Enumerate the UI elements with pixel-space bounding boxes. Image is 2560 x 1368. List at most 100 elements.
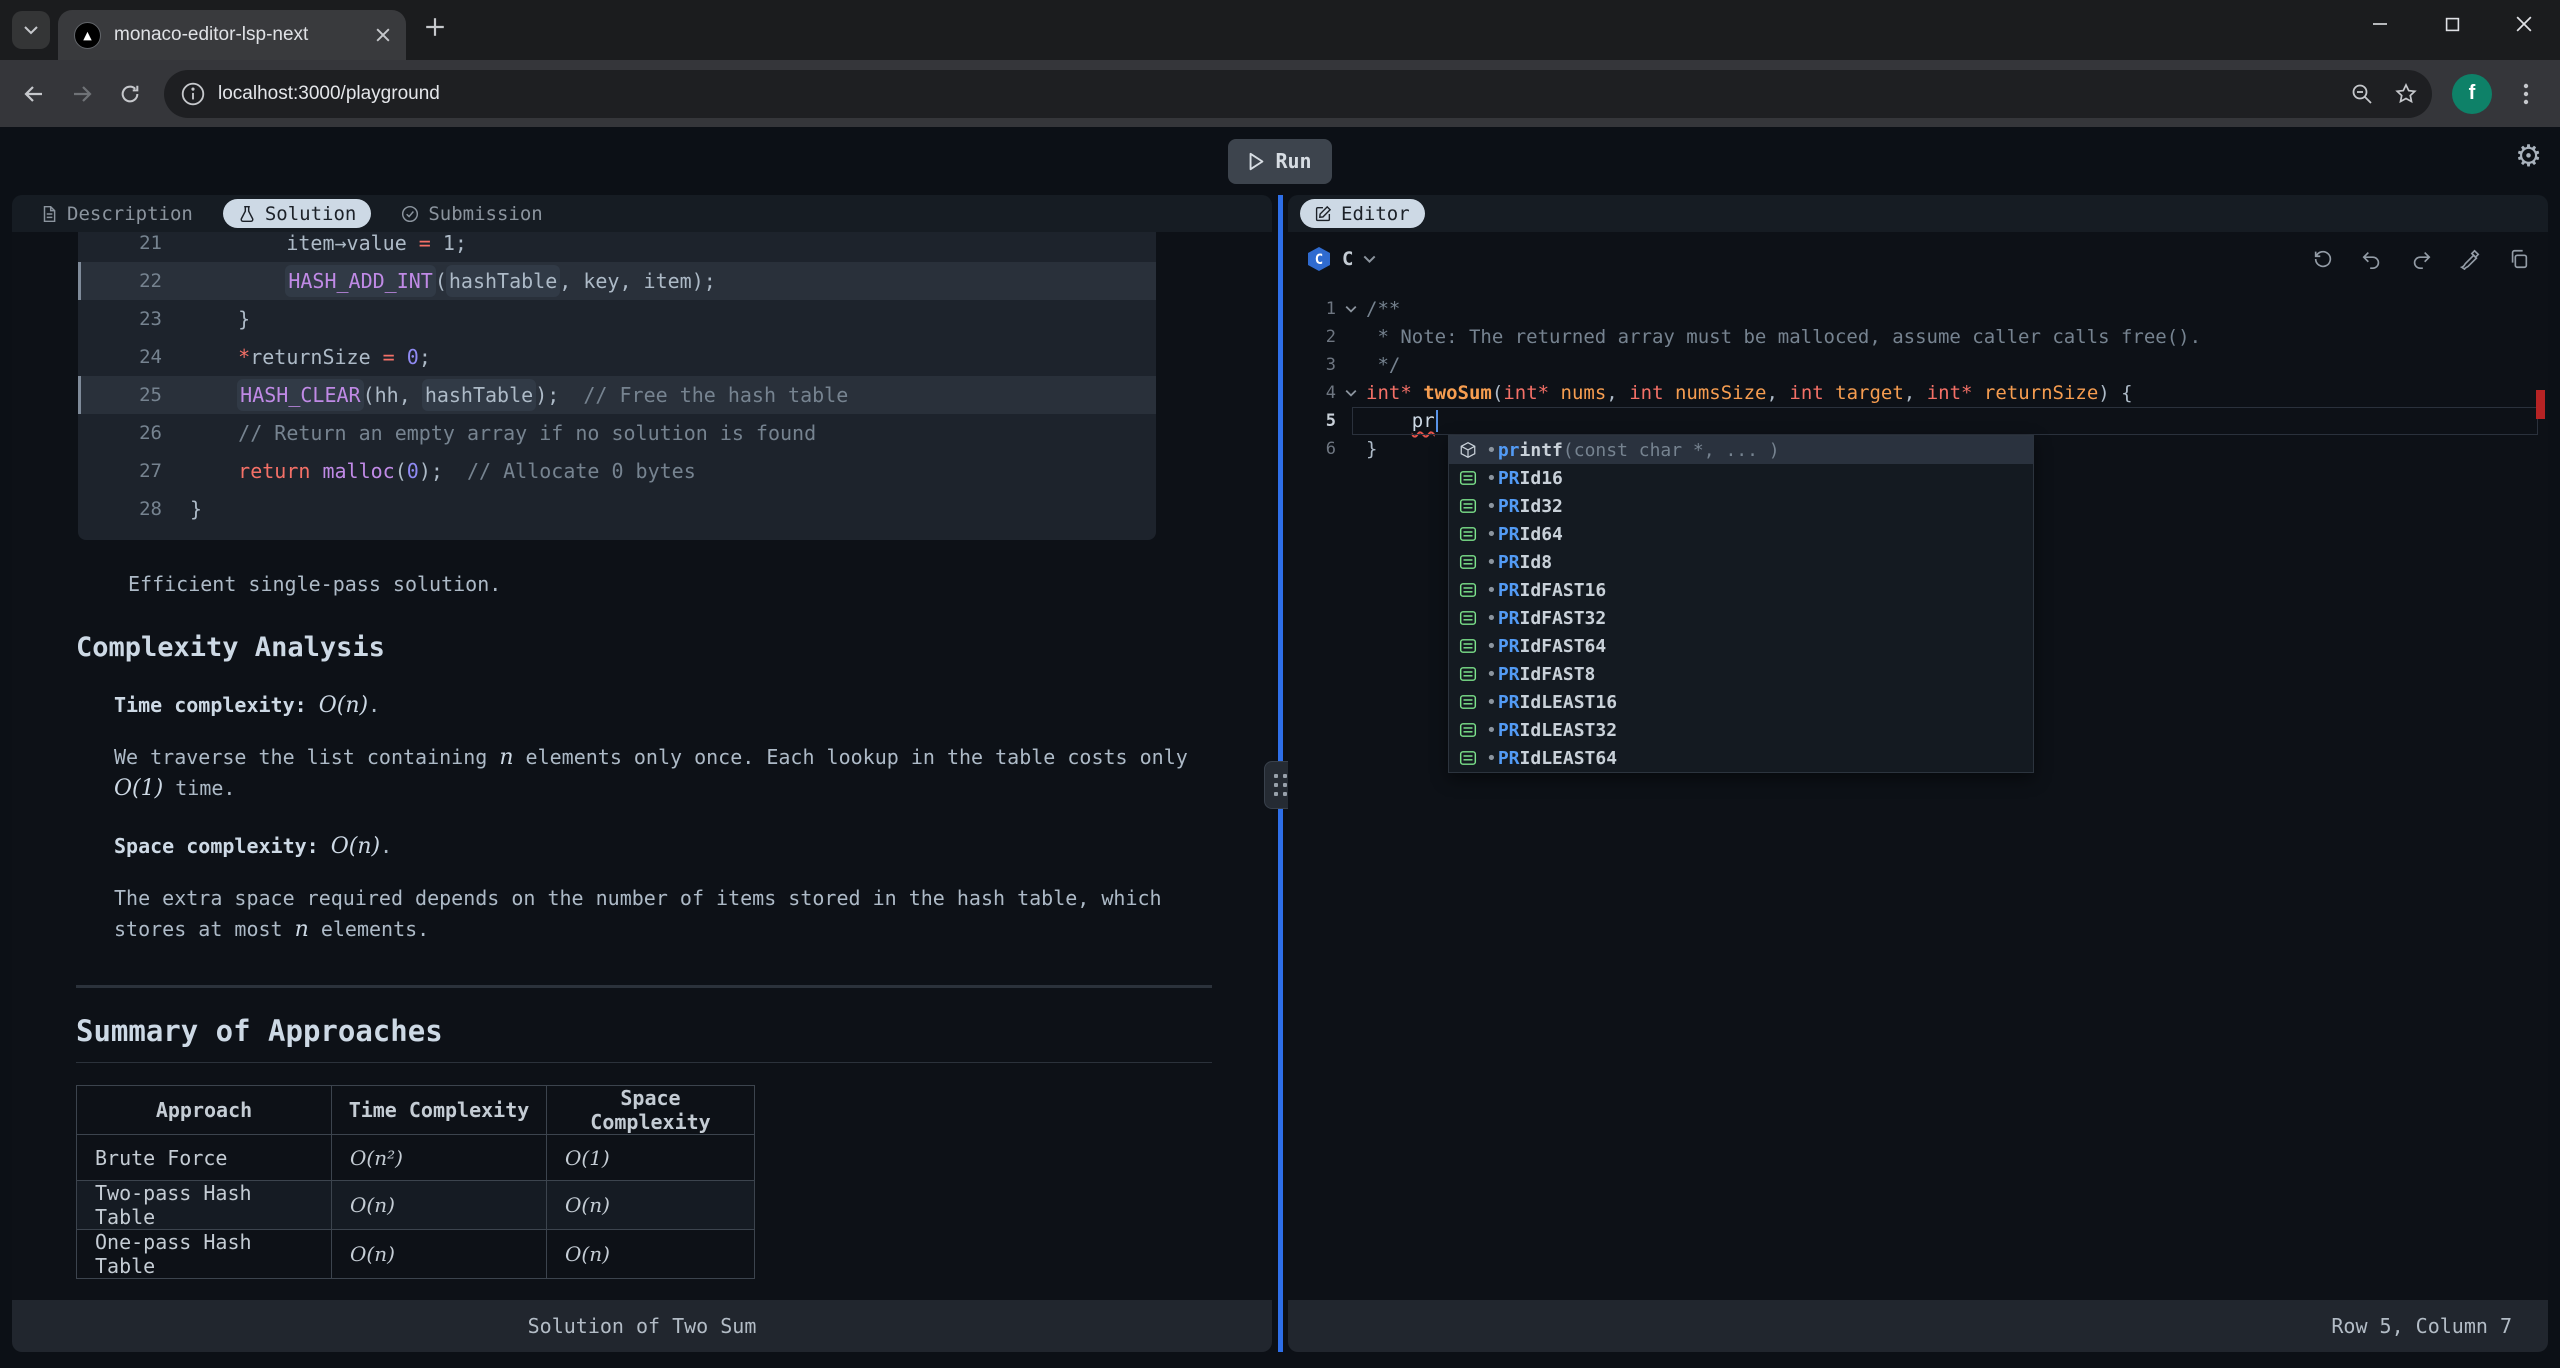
window-minimize-button[interactable] — [2344, 0, 2416, 48]
autocomplete-item[interactable]: •printf(const char *, ... ) — [1449, 436, 2033, 464]
address-bar[interactable]: localhost:3000/playground — [164, 70, 2432, 118]
snippet-icon — [1457, 719, 1479, 741]
snippet-icon — [1457, 551, 1479, 573]
autocomplete-item[interactable]: •PRId64 — [1449, 520, 2033, 548]
redo-button[interactable] — [2410, 248, 2432, 270]
solution-content[interactable]: 21 item→value = 1;22 HASH_ADD_INT(hashTa… — [12, 232, 1272, 1300]
back-button[interactable] — [14, 74, 54, 114]
play-icon — [1248, 152, 1265, 171]
format-button[interactable] — [2459, 248, 2481, 270]
editor-toolbar: C C — [1288, 232, 2548, 286]
editor-header: Editor — [1288, 195, 2548, 232]
autocomplete-item[interactable]: •PRIdLEAST64 — [1449, 744, 2033, 772]
bookmark-button[interactable] — [2394, 82, 2418, 106]
undo-button[interactable] — [2361, 248, 2383, 270]
code-line: 28} — [78, 490, 1156, 528]
table-header: Time Complexity — [332, 1086, 547, 1135]
tab-solution[interactable]: Solution — [223, 199, 372, 228]
autocomplete-popup: •printf(const char *, ... )•PRId16•PRId3… — [1448, 435, 2034, 773]
tab-title: monaco-editor-lsp-next — [114, 24, 376, 46]
reset-icon — [2312, 248, 2334, 270]
table-row: Two-pass Hash TableO(n)O(n) — [77, 1181, 755, 1230]
check-circle-icon — [401, 205, 419, 223]
brush-icon — [2459, 248, 2481, 270]
avatar[interactable]: f — [2452, 74, 2492, 114]
plus-icon — [424, 16, 446, 38]
solution-code-block: 21 item→value = 1;22 HASH_ADD_INT(hashTa… — [78, 232, 1156, 540]
fold-chevron-icon[interactable] — [1336, 305, 1366, 313]
reset-button[interactable] — [2312, 248, 2334, 270]
cube-icon — [1457, 439, 1479, 461]
reload-button[interactable] — [110, 74, 150, 114]
c-language-icon: C — [1306, 246, 1332, 272]
time-complexity-paragraph: We traverse the list containing n elemen… — [114, 742, 1200, 804]
editor-line: 4int* twoSum(int* nums, int numsSize, in… — [1288, 379, 2548, 407]
url-text[interactable]: localhost:3000/playground — [218, 83, 2350, 105]
error-marker — [2536, 390, 2545, 419]
new-tab-button[interactable] — [424, 16, 446, 38]
language-selector[interactable]: C C — [1306, 246, 1376, 272]
back-arrow-icon — [23, 83, 45, 105]
table-cell: O(n) — [332, 1181, 547, 1230]
reload-icon — [119, 83, 141, 105]
undo-icon — [2361, 248, 2383, 270]
run-label: Run — [1275, 149, 1311, 173]
browser-menu-button[interactable] — [2506, 74, 2546, 114]
window-controls — [2344, 0, 2560, 48]
pencil-icon — [1315, 205, 1332, 222]
editor-line: 3 */ — [1288, 351, 2548, 379]
table-cell: O(n) — [547, 1230, 755, 1279]
editor-actions — [2312, 248, 2530, 270]
autocomplete-item[interactable]: •PRId16 — [1449, 464, 2033, 492]
autocomplete-item[interactable]: •PRIdFAST16 — [1449, 576, 2033, 604]
code-line: 25 HASH_CLEAR(hh, hashTable); // Free th… — [78, 376, 1156, 414]
zoom-out-button[interactable] — [2350, 82, 2374, 106]
browser-tab[interactable]: ▲ monaco-editor-lsp-next — [58, 10, 406, 60]
document-icon — [40, 205, 58, 223]
code-line: 23 } — [78, 300, 1156, 338]
tab-label: Solution — [265, 203, 357, 225]
svg-text:C: C — [1315, 252, 1323, 268]
snippet-icon — [1457, 523, 1479, 545]
editor-footer: Row 5, Column 7 — [1288, 1300, 2548, 1352]
magnifier-minus-icon — [2350, 82, 2374, 106]
solution-note: Efficient single-pass solution. — [128, 572, 1272, 596]
table-cell: O(1) — [547, 1135, 755, 1181]
settings-gear-icon[interactable]: ⚙ — [2515, 139, 2542, 174]
fold-chevron-icon[interactable] — [1336, 389, 1366, 397]
editor-line: 1/** — [1288, 295, 2548, 323]
autocomplete-item[interactable]: •PRId8 — [1449, 548, 2033, 576]
star-icon — [2394, 82, 2418, 106]
code-editor[interactable]: 1/**2 * Note: The returned array must be… — [1288, 286, 2548, 1300]
autocomplete-item[interactable]: •PRIdLEAST16 — [1449, 688, 2033, 716]
editor-line: 2 * Note: The returned array must be mal… — [1288, 323, 2548, 351]
table-cell: O(n) — [547, 1181, 755, 1230]
copy-button[interactable] — [2508, 248, 2530, 270]
window-close-button[interactable] — [2488, 0, 2560, 48]
table-cell: O(n) — [332, 1230, 547, 1279]
tab-close-button[interactable] — [376, 28, 390, 42]
window-maximize-button[interactable] — [2416, 0, 2488, 48]
autocomplete-item[interactable]: •PRIdFAST8 — [1449, 660, 2033, 688]
forward-button[interactable] — [62, 74, 102, 114]
tab-description[interactable]: Description — [40, 203, 193, 225]
summary-heading: Summary of Approaches — [76, 1014, 1272, 1048]
autocomplete-item[interactable]: •PRIdLEAST32 — [1449, 716, 2033, 744]
editor-line: 5 pr — [1288, 407, 2548, 435]
tab-search-button[interactable] — [12, 11, 50, 49]
tab-submission[interactable]: Submission — [401, 203, 542, 225]
site-info-icon[interactable] — [180, 81, 206, 107]
autocomplete-item[interactable]: •PRIdFAST64 — [1449, 632, 2033, 660]
tab-label: Description — [67, 203, 193, 225]
autocomplete-item[interactable]: •PRIdFAST32 — [1449, 604, 2033, 632]
language-label: C — [1342, 248, 1353, 270]
editor-pill: Editor — [1300, 199, 1425, 228]
editor-label: Editor — [1341, 203, 1410, 225]
run-button[interactable]: Run — [1228, 139, 1331, 184]
autocomplete-item[interactable]: •PRId32 — [1449, 492, 2033, 520]
table-row: One-pass Hash TableO(n)O(n) — [77, 1230, 755, 1279]
solution-code-lines: 21 item→value = 1;22 HASH_ADD_INT(hashTa… — [78, 232, 1156, 528]
space-complexity-paragraph: The extra space required depends on the … — [114, 883, 1200, 945]
space-complexity-line: Space complexity: O(n). — [114, 834, 1272, 859]
snippet-icon — [1457, 495, 1479, 517]
